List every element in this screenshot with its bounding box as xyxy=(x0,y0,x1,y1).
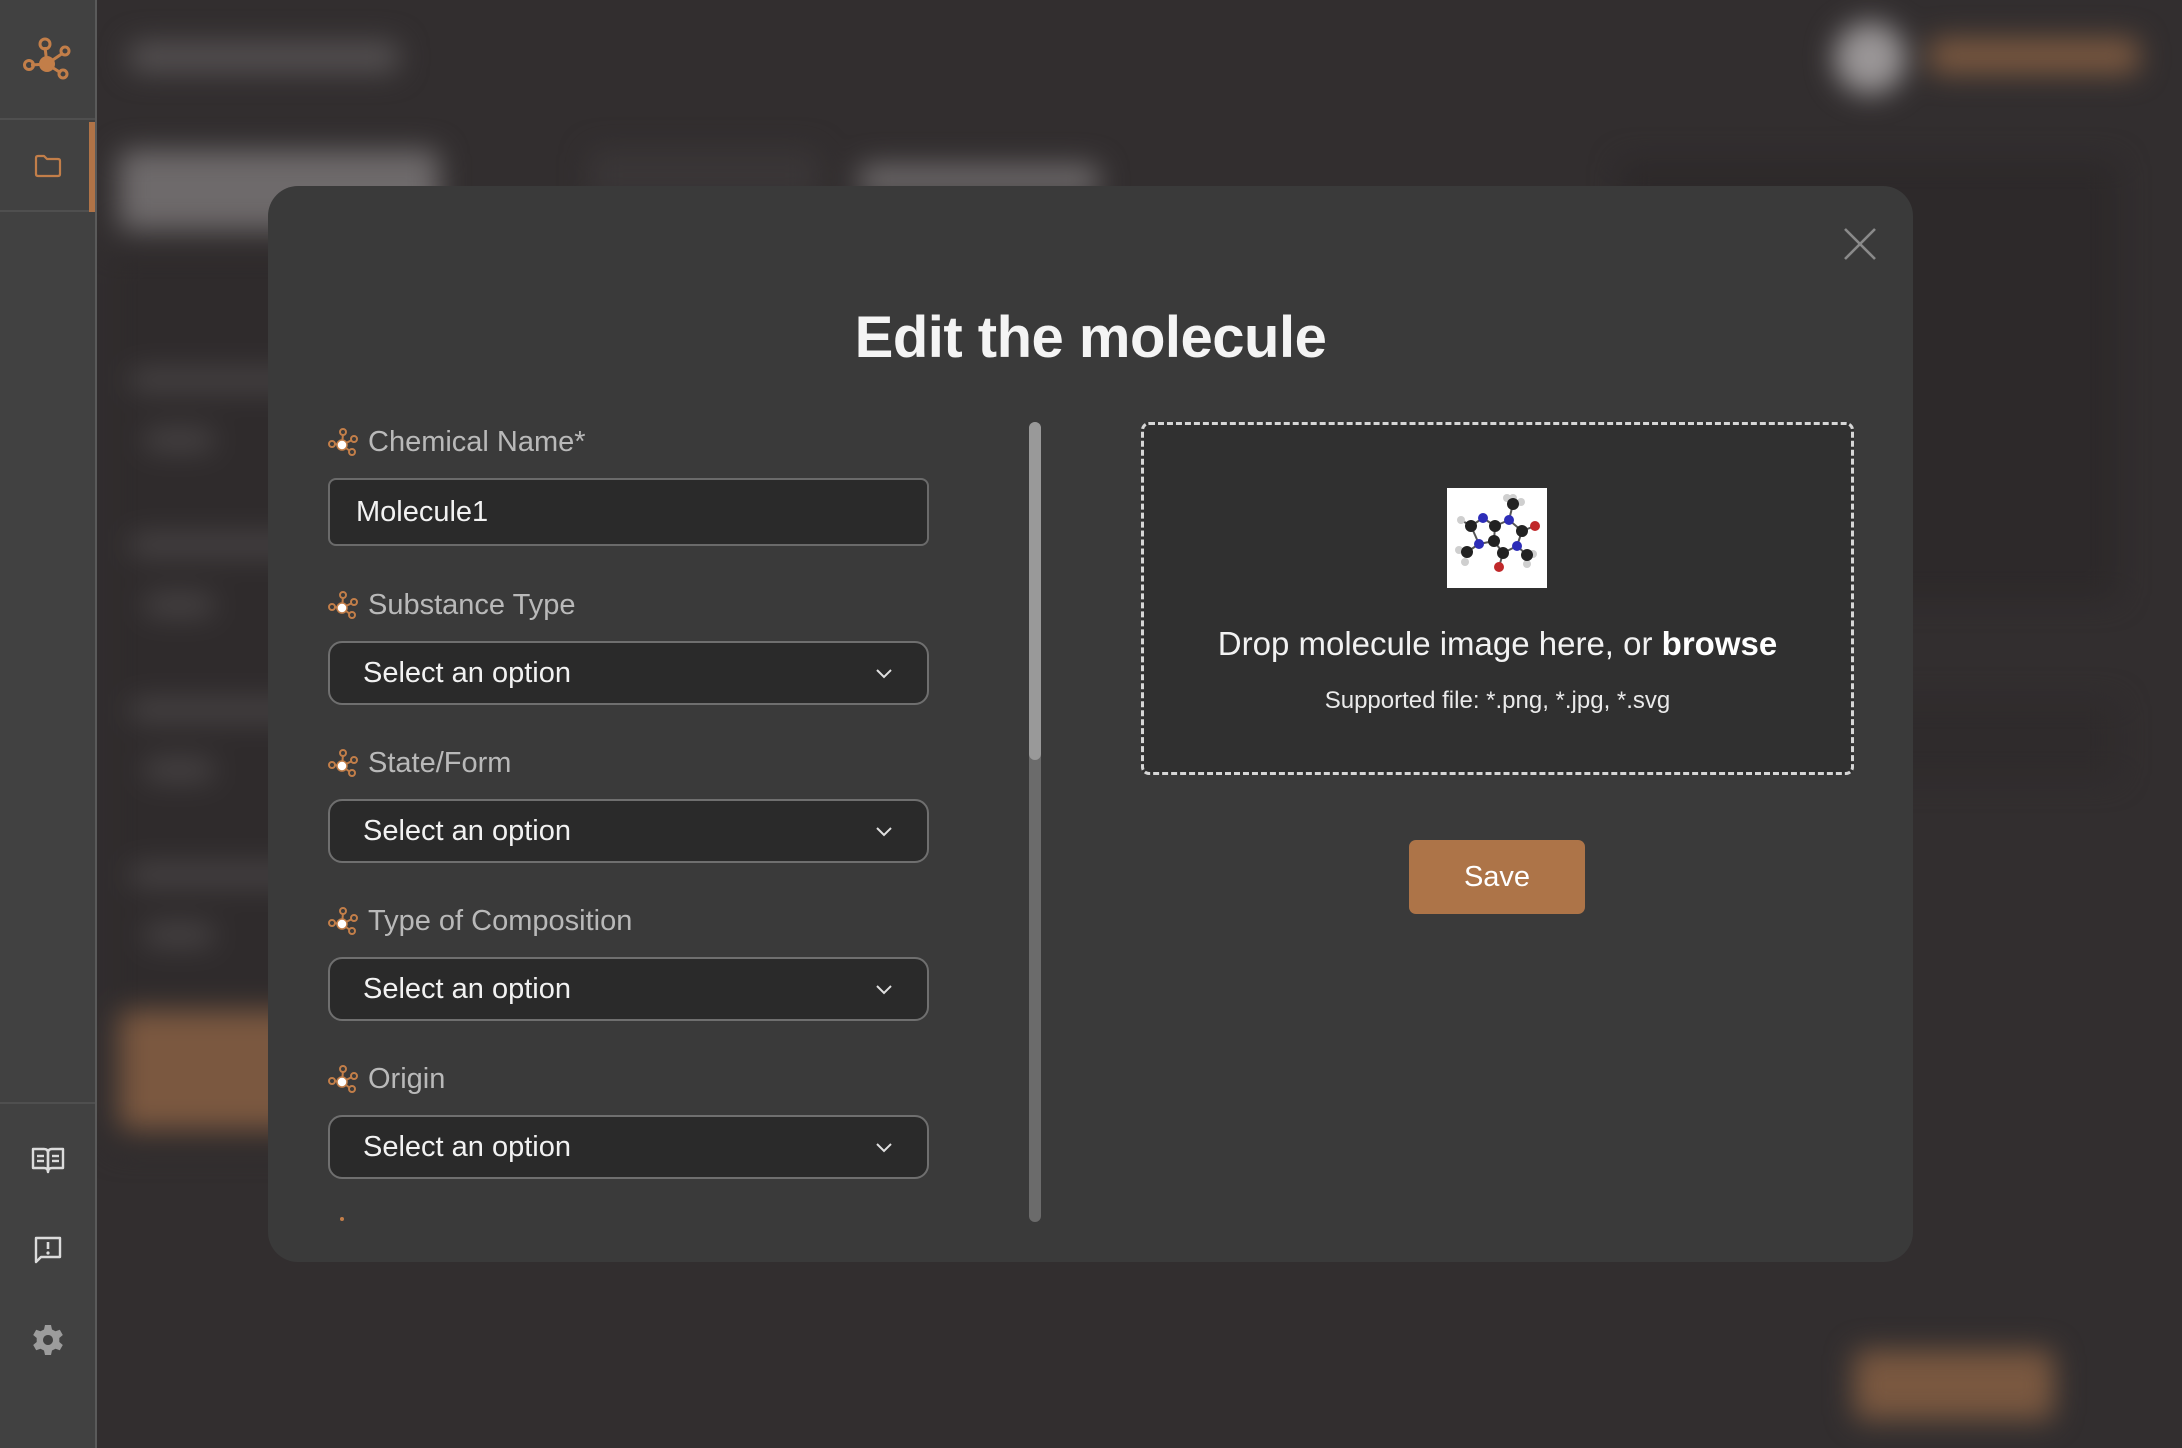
book-open-icon xyxy=(31,1147,64,1174)
field-next-cutoff xyxy=(328,1217,948,1221)
chevron-down-icon xyxy=(876,985,892,995)
edit-molecule-modal: Edit the molecule Chemical Name* Molecul… xyxy=(268,186,1913,1262)
app-logo[interactable] xyxy=(0,0,95,120)
sidebar-feedback-button[interactable] xyxy=(0,1220,95,1280)
active-indicator xyxy=(89,122,95,212)
image-dropzone[interactable]: Drop molecule image here, or browse Supp… xyxy=(1141,422,1854,775)
molecule-icon xyxy=(328,589,360,621)
state-form-select[interactable]: Select an option xyxy=(328,799,929,863)
substance-type-select[interactable]: Select an option xyxy=(328,641,929,705)
dropzone-instructions: Drop molecule image here, or browse xyxy=(1144,625,1851,663)
modal-title: Edit the molecule xyxy=(854,305,1327,370)
feedback-icon xyxy=(34,1236,61,1264)
molecule-icon xyxy=(328,905,360,937)
select-value: Select an option xyxy=(363,814,571,847)
folder-icon xyxy=(34,154,61,178)
field-substance-type: Substance Type Select an option xyxy=(328,585,948,705)
scrollbar-thumb[interactable] xyxy=(1029,422,1041,760)
bg-bottom-button xyxy=(1854,1350,2054,1420)
field-label-text: Origin xyxy=(368,1062,446,1095)
bg-row-1b xyxy=(144,430,214,450)
form-scroll-area: Chemical Name* Molecule1 Substance Type … xyxy=(328,422,948,1222)
field-chemical-name: Chemical Name* Molecule1 xyxy=(328,422,948,546)
chevron-down-icon xyxy=(876,827,892,837)
gear-icon xyxy=(32,1325,63,1355)
molecule-preview-image xyxy=(1447,488,1547,588)
supported-file-types: Supported file: *.png, *.jpg, *.svg xyxy=(1324,687,1671,714)
chemical-name-input[interactable]: Molecule1 xyxy=(328,478,929,546)
bg-top-button xyxy=(1929,38,2139,74)
field-label-text: Type of Composition xyxy=(368,904,633,937)
close-button[interactable] xyxy=(1838,222,1882,266)
chevron-down-icon xyxy=(876,669,892,679)
browse-link[interactable]: browse xyxy=(1662,625,1778,662)
field-label-text: Substance Type xyxy=(368,588,576,621)
bg-row-4b xyxy=(144,925,214,945)
bg-page-title xyxy=(129,42,399,72)
save-button[interactable]: Save xyxy=(1409,840,1585,914)
sidebar-item-folder[interactable] xyxy=(0,122,95,212)
select-value: Select an option xyxy=(363,1130,571,1163)
origin-select[interactable]: Select an option xyxy=(328,1115,929,1179)
molecule-icon xyxy=(340,1217,344,1221)
sidebar-settings-button[interactable] xyxy=(0,1310,95,1370)
type-of-composition-select[interactable]: Select an option xyxy=(328,957,929,1021)
field-type-of-composition: Type of Composition Select an option xyxy=(328,901,948,1021)
molecule-structure-icon xyxy=(1455,494,1540,572)
sidebar xyxy=(0,0,97,1448)
dropzone-text: Drop molecule image here, or xyxy=(1217,625,1662,662)
molecule-icon xyxy=(328,1063,360,1095)
bg-avatar xyxy=(1834,22,1906,94)
molecule-logo-icon xyxy=(22,37,70,80)
molecule-icon xyxy=(328,426,360,458)
field-label-text: Chemical Name* xyxy=(368,425,586,458)
field-label-text: State/Form xyxy=(368,746,512,779)
sidebar-docs-button[interactable] xyxy=(0,1130,95,1190)
field-origin: Origin Select an option xyxy=(328,1059,948,1179)
bg-row-2b xyxy=(144,595,214,615)
molecule-icon xyxy=(328,747,360,779)
select-value: Select an option xyxy=(363,972,571,1005)
chevron-down-icon xyxy=(876,1143,892,1153)
close-icon xyxy=(1844,228,1876,260)
bg-row-3b xyxy=(144,760,214,780)
select-value: Select an option xyxy=(363,656,571,689)
sidebar-divider xyxy=(0,1102,95,1104)
field-state-form: State/Form Select an option xyxy=(328,743,948,863)
form-scrollbar[interactable] xyxy=(1029,422,1041,1222)
